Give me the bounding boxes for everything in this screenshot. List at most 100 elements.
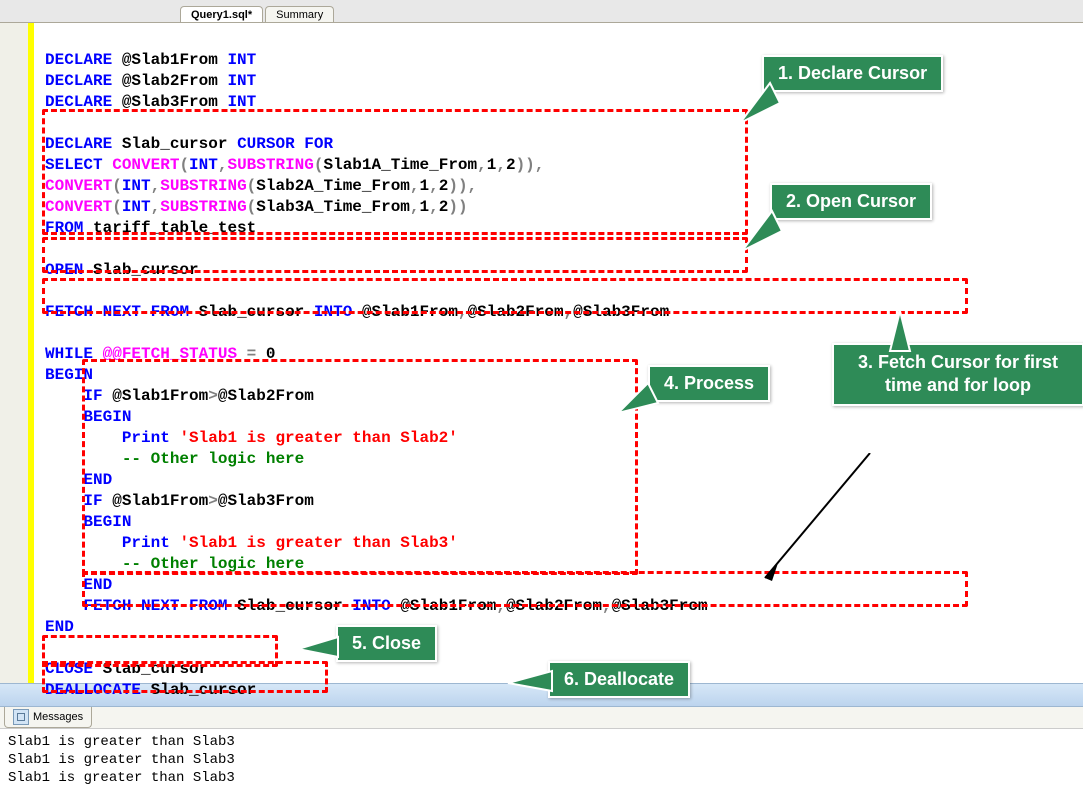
- tab-summary[interactable]: Summary: [265, 6, 334, 22]
- op: =: [247, 345, 257, 363]
- comma: ,: [496, 597, 506, 615]
- messages-icon: [13, 709, 29, 725]
- kw-end: END: [83, 471, 112, 489]
- num: 1: [420, 198, 430, 216]
- kw-next: NEXT: [141, 597, 179, 615]
- callout-tail-icon: [298, 637, 338, 661]
- comma: ,: [429, 177, 439, 195]
- kw-int: INT: [227, 93, 256, 111]
- var-slab1from: @Slab1From: [122, 51, 218, 69]
- col: Slab1A_Time_From: [324, 156, 478, 174]
- callout-tail-icon: [508, 671, 552, 695]
- messages-body[interactable]: Slab1 is greater than Slab3 Slab1 is gre…: [0, 728, 1083, 791]
- kw-declare: DECLARE: [45, 51, 112, 69]
- messages-pane: Messages Slab1 is greater than Slab3 Sla…: [0, 707, 1083, 791]
- num: 0: [266, 345, 276, 363]
- string-literal: 'Slab1 is greater than Slab3': [179, 534, 457, 552]
- col: Slab3A_Time_From: [256, 198, 410, 216]
- kw-select: SELECT: [45, 156, 103, 174]
- kw-int: INT: [227, 51, 256, 69]
- callout-close: 5. Close: [336, 625, 437, 662]
- table: tariff_table_test: [93, 219, 256, 237]
- kw-from: FROM: [151, 303, 189, 321]
- kw-fetch: FETCH: [45, 303, 93, 321]
- kw-cursor-for: CURSOR FOR: [237, 135, 333, 153]
- paren: )),: [448, 177, 477, 195]
- kw-declare: DECLARE: [45, 93, 112, 111]
- tab-query1[interactable]: Query1.sql*: [180, 6, 263, 22]
- comma: ,: [151, 177, 161, 195]
- var: @Slab3From: [573, 303, 669, 321]
- kw-print: Print: [122, 429, 170, 447]
- callout-fetch: 3. Fetch Cursor for first time and for l…: [832, 343, 1083, 406]
- callout-tail-icon: [742, 211, 782, 251]
- callout-open: 2. Open Cursor: [770, 183, 932, 220]
- num: 1: [487, 156, 497, 174]
- ident-cursor: Slab_cursor: [93, 261, 199, 279]
- var: @Slab2From: [468, 303, 564, 321]
- kw-begin: BEGIN: [83, 408, 131, 426]
- code-editor[interactable]: DECLARE @Slab1From INT DECLARE @Slab2Fro…: [0, 23, 1083, 683]
- kw-if: IF: [83, 387, 102, 405]
- paren: (: [247, 198, 257, 216]
- var: @Slab2From: [218, 387, 314, 405]
- var: @Slab2From: [506, 597, 602, 615]
- comma: ,: [564, 303, 574, 321]
- kw-begin: BEGIN: [83, 513, 131, 531]
- comma: ,: [602, 597, 612, 615]
- num: 2: [439, 177, 449, 195]
- fn-substring: SUBSTRING: [160, 177, 246, 195]
- comma: ,: [458, 303, 468, 321]
- kw-int: INT: [189, 156, 218, 174]
- kw-int: INT: [227, 72, 256, 90]
- kw-into: INTO: [352, 597, 390, 615]
- comma: ,: [410, 198, 420, 216]
- kw-end: END: [83, 576, 112, 594]
- fn-substring: SUBSTRING: [227, 156, 313, 174]
- line-gutter: [0, 23, 29, 683]
- arrow-icon: [760, 453, 880, 593]
- ident-cursor: Slab_cursor: [103, 660, 209, 678]
- kw-fetch: FETCH: [83, 597, 131, 615]
- var: @Slab1From: [362, 303, 458, 321]
- callout-process: 4. Process: [648, 365, 770, 402]
- paren: )),: [516, 156, 545, 174]
- kw-int: INT: [122, 177, 151, 195]
- ident-cursor: Slab_cursor: [122, 135, 228, 153]
- comma: ,: [151, 198, 161, 216]
- kw-print: Print: [122, 534, 170, 552]
- kw-while: WHILE: [45, 345, 93, 363]
- fn-convert: CONVERT: [112, 156, 179, 174]
- callout-tail-icon: [880, 311, 920, 351]
- kw-next: NEXT: [103, 303, 141, 321]
- kw-end: END: [45, 618, 74, 636]
- var: @Slab1From: [112, 492, 208, 510]
- msg-line: Slab1 is greater than Slab3: [8, 734, 235, 750]
- fn-convert: CONVERT: [45, 198, 112, 216]
- comma: ,: [410, 177, 420, 195]
- comma: ,: [496, 156, 506, 174]
- comma: ,: [429, 198, 439, 216]
- paren: (: [314, 156, 324, 174]
- kw-declare: DECLARE: [45, 72, 112, 90]
- paren: )): [448, 198, 467, 216]
- op: >: [208, 492, 218, 510]
- fn-substring: SUBSTRING: [160, 198, 246, 216]
- kw-close: CLOSE: [45, 660, 93, 678]
- paren: (: [112, 198, 122, 216]
- kw-from: FROM: [189, 597, 227, 615]
- num: 2: [506, 156, 516, 174]
- ident-cursor: Slab_cursor: [237, 597, 343, 615]
- kw-deallocate: DEALLOCATE: [45, 681, 141, 699]
- paren: (: [179, 156, 189, 174]
- num: 2: [439, 198, 449, 216]
- callout-tail-icon: [740, 83, 780, 123]
- var: @Slab1From: [112, 387, 208, 405]
- fn-convert: CONVERT: [45, 177, 112, 195]
- kw-begin: BEGIN: [45, 366, 93, 384]
- comment: -- Other logic here: [122, 555, 304, 573]
- paren: (: [112, 177, 122, 195]
- callout-declare: 1. Declare Cursor: [762, 55, 943, 92]
- string-literal: 'Slab1 is greater than Slab2': [179, 429, 457, 447]
- comma: ,: [477, 156, 487, 174]
